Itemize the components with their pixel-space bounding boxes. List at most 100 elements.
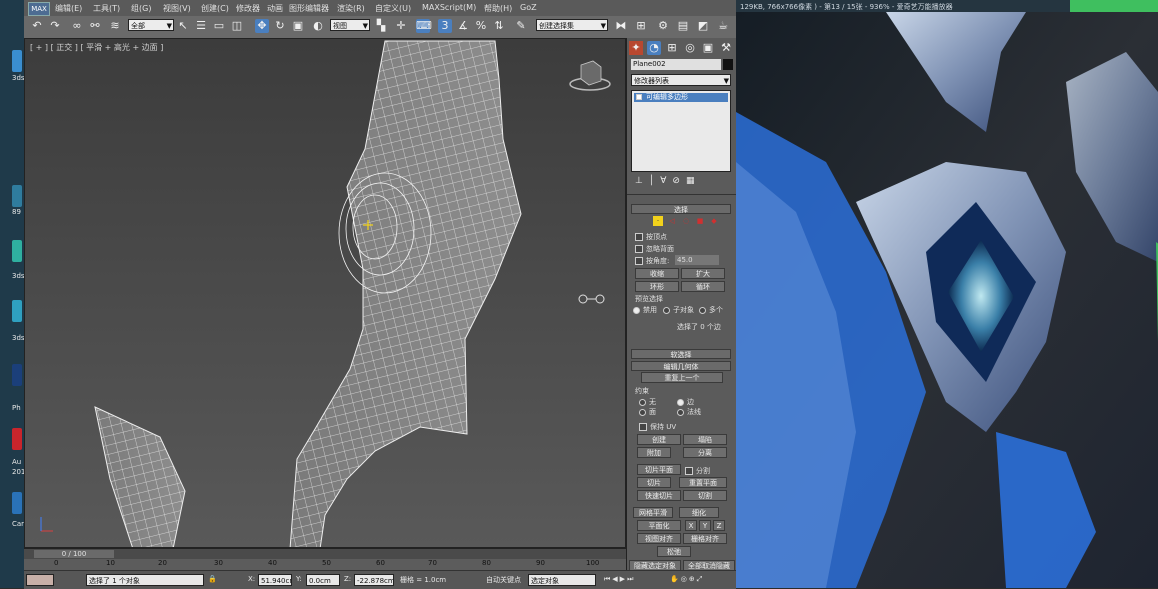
preview-subobj-radio[interactable]: 子对象 (663, 305, 694, 315)
photoshop-icon[interactable] (12, 364, 22, 386)
bind-spacewarp-icon[interactable]: ≋ (108, 19, 122, 33)
preview-multi-radio[interactable]: 多个 (699, 305, 723, 315)
constraint-normal-radio[interactable]: 法线 (677, 407, 701, 417)
mirror-icon[interactable]: ⧓ (614, 19, 628, 33)
named-selection-set-dropdown[interactable]: 创建选择集 ▼ (536, 19, 608, 31)
spinner-snap-icon[interactable]: ⇅ (492, 19, 506, 33)
autodesk-icon[interactable] (12, 428, 22, 450)
meshsmooth-button[interactable]: 网格平滑 (633, 507, 673, 518)
vertex-mode-icon[interactable]: · (653, 216, 663, 226)
edit-geometry-rollout-header[interactable]: 编辑几何体 (631, 361, 731, 371)
selection-filter-dropdown[interactable]: 全部 ▼ (128, 19, 174, 31)
playback-controls-icon[interactable]: ⏮◀▶⏭ (604, 575, 635, 584)
grid-align-button[interactable]: 栅格对齐 (683, 533, 727, 544)
hierarchy-tab-icon[interactable]: ⊞ (665, 41, 679, 55)
unlink-icon[interactable]: ⚯ (88, 19, 102, 33)
align-icon[interactable]: ⊞ (634, 19, 648, 33)
maxscript-listener[interactable] (26, 574, 54, 586)
constraint-edge-radio[interactable]: 边 (677, 397, 694, 407)
perspective-viewport[interactable]: [ + ] [ 正交 ] [ 平滑 + 高光 + 边面 ] (24, 38, 626, 548)
angle-spinner[interactable]: 45.0 (675, 255, 719, 265)
menu-create[interactable]: 创建(C) (201, 3, 229, 14)
cut-button[interactable]: 切割 (683, 490, 727, 501)
redo-icon[interactable]: ↷ (48, 19, 62, 33)
menu-rendering[interactable]: 渲染(R) (337, 3, 365, 14)
viewer-window-controls[interactable] (1070, 0, 1158, 12)
expand-icon[interactable] (636, 94, 642, 100)
angle-snap-icon[interactable]: ∡ (456, 19, 470, 33)
object-color-swatch[interactable] (723, 59, 733, 70)
attach-button[interactable]: 附加 (637, 447, 671, 458)
curve-editor-icon[interactable]: ◩ (696, 19, 710, 33)
edge-mode-icon[interactable]: ◁ (667, 216, 677, 226)
rect-selection-icon[interactable]: ▭ (212, 19, 226, 33)
planar-z-button[interactable]: Z (713, 520, 725, 531)
ignore-backfacing-checkbox[interactable]: 忽略背面 (635, 244, 674, 254)
layer-manager-icon[interactable]: ▤ (676, 19, 690, 33)
menu-group[interactable]: 组(G) (131, 3, 151, 14)
menu-goz[interactable]: GoZ (520, 3, 537, 12)
modify-tab-icon[interactable]: ◔ (647, 41, 661, 55)
utilities-tab-icon[interactable]: ⚒ (719, 41, 733, 55)
desktop-app-icon[interactable] (12, 492, 22, 514)
shrink-button[interactable]: 收缩 (635, 268, 679, 279)
detach-button[interactable]: 分离 (683, 447, 727, 458)
select-manipulate-icon[interactable]: ✛ (394, 19, 408, 33)
viewport-nav-icons[interactable]: ✋◎⊕⤢ (670, 575, 704, 584)
tessellate-button[interactable]: 细化 (679, 507, 719, 518)
desktop-app-icon[interactable] (12, 185, 22, 207)
desktop-app-icon[interactable] (12, 240, 22, 262)
display-tab-icon[interactable]: ▣ (701, 41, 715, 55)
viewer-image[interactable] (736, 12, 1158, 588)
motion-tab-icon[interactable]: ◎ (683, 41, 697, 55)
preview-off-radio[interactable]: 禁用 (633, 305, 657, 315)
desktop-app-icon[interactable] (12, 50, 22, 72)
time-slider[interactable]: 0 / 100 (34, 550, 114, 558)
select-object-icon[interactable]: ↖ (176, 19, 190, 33)
quickslice-button[interactable]: 快速切片 (637, 490, 681, 501)
stack-controls-icons[interactable]: ⊥│∀⊘▦ (635, 176, 731, 188)
lock-icon[interactable]: 🔒 (208, 575, 217, 583)
collapse-button[interactable]: 塌陷 (683, 434, 727, 445)
undo-icon[interactable]: ↶ (30, 19, 44, 33)
object-name-field[interactable]: Plane002 (631, 59, 721, 70)
z-coordinate-field[interactable]: -22.878cm (354, 574, 394, 586)
constraint-none-radio[interactable]: 无 (639, 397, 656, 407)
view-align-button[interactable]: 视图对齐 (637, 533, 681, 544)
select-by-name-icon[interactable]: ☰ (194, 19, 208, 33)
window-crossing-icon[interactable]: ◫ (230, 19, 244, 33)
app-logo[interactable]: MAX (28, 2, 50, 16)
render-setup-icon[interactable]: ☕ (716, 19, 730, 33)
relax-button[interactable]: 松弛 (657, 546, 691, 557)
planar-x-button[interactable]: X (685, 520, 697, 531)
element-mode-icon[interactable]: ◆ (709, 216, 719, 226)
menu-modifiers[interactable]: 修改器 (236, 3, 260, 14)
by-angle-checkbox[interactable]: 按角度: (635, 256, 669, 266)
select-place-icon[interactable]: ◐ (311, 19, 325, 33)
track-bar-ruler[interactable]: 0 10 20 30 40 50 60 70 80 90 100 (24, 559, 626, 570)
modifier-list-dropdown[interactable]: 修改器列表 ▼ (631, 74, 731, 86)
viewcube-icon[interactable] (569, 60, 611, 91)
menu-graph-editors[interactable]: 图形编辑器 (289, 3, 329, 14)
link-icon[interactable]: ∞ (70, 19, 84, 33)
make-planar-button[interactable]: 平面化 (637, 520, 681, 531)
grow-button[interactable]: 扩大 (681, 268, 725, 279)
stack-item-editable-poly[interactable]: 可编辑多边形 (634, 93, 728, 102)
modifier-stack[interactable]: 可编辑多边形 (631, 90, 731, 172)
menu-views[interactable]: 视图(V) (163, 3, 191, 14)
reset-plane-button[interactable]: 重置平面 (679, 477, 727, 488)
repeat-last-button[interactable]: 重复上一个 (641, 372, 723, 383)
hide-selected-button[interactable]: 隐藏选定对象 (629, 560, 681, 570)
soft-selection-rollout-header[interactable]: 软选择 (631, 349, 731, 359)
scene-explorer-icon[interactable]: ⚙ (656, 19, 670, 33)
percent-snap-icon[interactable]: % (474, 19, 488, 33)
select-rotate-icon[interactable]: ↻ (273, 19, 287, 33)
key-filter-dropdown[interactable]: 选定对象 (528, 574, 596, 586)
menu-customize[interactable]: 自定义(U) (375, 3, 411, 14)
x-coordinate-field[interactable]: 51.940cm (258, 574, 292, 586)
desktop-app-icon[interactable] (12, 300, 22, 322)
steering-wheel-icon[interactable] (578, 294, 605, 304)
menu-animation[interactable]: 动画 (267, 3, 283, 14)
select-scale-icon[interactable]: ▣ (291, 19, 305, 33)
by-vertex-checkbox[interactable]: 按顶点 (635, 232, 667, 242)
